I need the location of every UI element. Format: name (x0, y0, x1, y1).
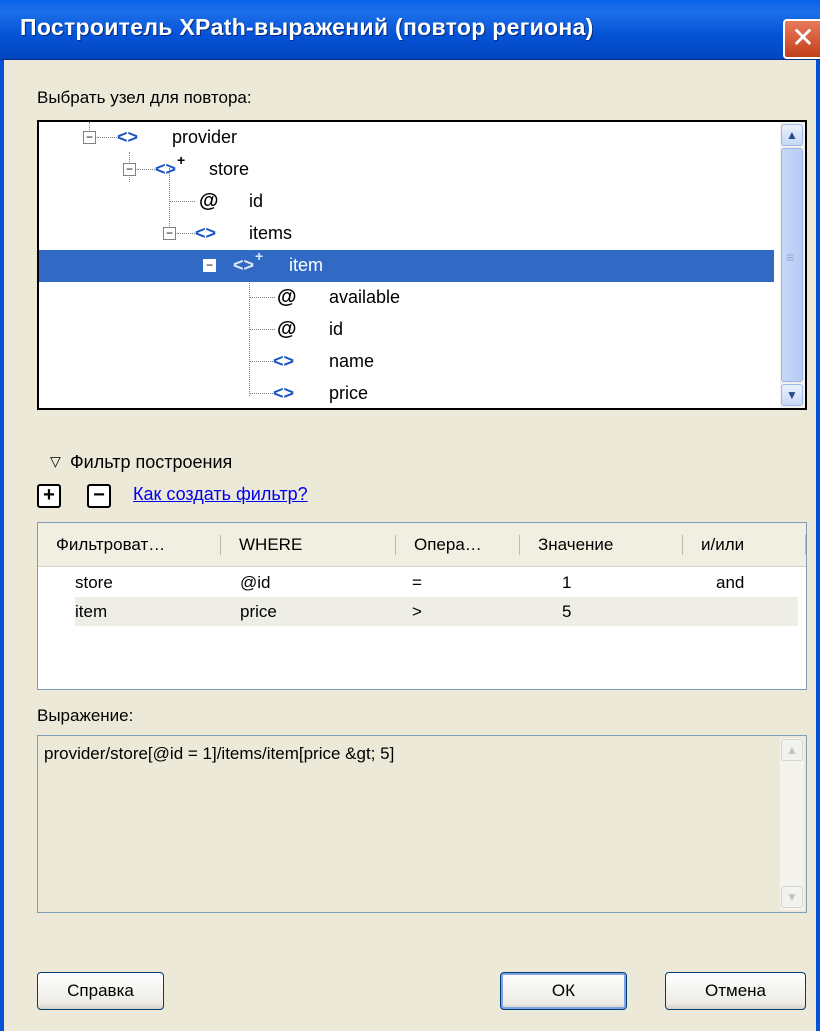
collapse-icon[interactable]: − (123, 163, 136, 176)
cell-value[interactable]: 5 (562, 597, 571, 626)
tree-node-id[interactable]: @ id (39, 186, 774, 218)
tree-node-items[interactable]: − <> items (39, 218, 774, 250)
tree-scrollbar[interactable]: ▲ ≡ ▼ (780, 122, 805, 408)
element-icon: <> (117, 127, 139, 147)
expression-label: Выражение: (37, 706, 134, 725)
column-header-operator[interactable]: Опера… (396, 523, 520, 567)
tree-node-id[interactable]: @ id (39, 314, 774, 346)
cancel-button[interactable]: Отмена (665, 972, 806, 1010)
repeat-badge-icon: + (255, 248, 264, 264)
tree-node-label: id (249, 191, 264, 211)
scroll-thumb[interactable]: ≡ (781, 148, 803, 382)
column-header-where[interactable]: WHERE (221, 523, 396, 567)
tree-node-label: item (289, 255, 324, 275)
table-row[interactable]: store @id = 1 and (75, 568, 798, 597)
window-title: Построитель XPath-выражений (повтор реги… (20, 14, 594, 40)
tree-node-available[interactable]: @ available (39, 282, 774, 314)
filter-grid[interactable]: Фильтроват… WHERE Опера… Значение и/или … (37, 522, 807, 690)
remove-filter-button[interactable]: − (87, 484, 111, 508)
cell-filter[interactable]: store (75, 568, 113, 597)
filter-help-link[interactable]: Как создать фильтр? (133, 484, 308, 505)
repeat-element-icon: <> (155, 159, 177, 179)
cell-operator[interactable]: > (412, 597, 422, 626)
tree-connector (249, 329, 275, 330)
column-header-andor[interactable]: и/или (683, 523, 806, 567)
table-row[interactable]: item price > 5 (75, 597, 798, 626)
window-border-right (816, 60, 820, 1031)
column-separator (805, 535, 806, 555)
column-header-filter[interactable]: Фильтроват… (38, 523, 221, 567)
tree-node-provider[interactable]: − <> provider (39, 122, 774, 154)
expression-scrollbar[interactable]: ▲ ▼ (780, 738, 804, 910)
tree-connector (97, 137, 117, 138)
cell-andor[interactable]: and (716, 568, 744, 597)
filter-section-header[interactable]: Фильтр построения (70, 452, 232, 473)
repeat-badge-icon: + (177, 152, 186, 168)
collapse-icon[interactable]: − (163, 227, 176, 240)
tree-connector (249, 393, 273, 394)
scroll-down-button[interactable]: ▼ (781, 384, 803, 406)
expression-field[interactable]: provider/store[@id = 1]/items/item[price… (37, 735, 807, 913)
tree-connector (177, 233, 195, 234)
element-icon: <> (195, 223, 217, 243)
repeat-element-icon: <> (233, 255, 255, 275)
tree-connector (169, 201, 195, 202)
column-header-label: WHERE (239, 535, 303, 554)
ok-button[interactable]: ОК (500, 972, 627, 1010)
close-button[interactable]: ✕ (783, 19, 820, 59)
cell-value[interactable]: 1 (562, 568, 571, 597)
scroll-up-button[interactable]: ▲ (781, 739, 803, 761)
column-header-value[interactable]: Значение (520, 523, 683, 567)
tree-node-item[interactable]: − <> + item (39, 248, 774, 282)
tree-node-store[interactable]: − <> + store (39, 152, 774, 186)
help-button[interactable]: Справка (37, 972, 164, 1010)
element-icon: <> (273, 351, 295, 371)
scroll-up-button[interactable]: ▲ (781, 124, 803, 146)
attribute-icon: @ (277, 286, 297, 308)
tree-node-label: store (209, 159, 250, 179)
scroll-down-button[interactable]: ▼ (781, 886, 803, 908)
expression-value[interactable]: provider/store[@id = 1]/items/item[price… (44, 744, 394, 764)
tree-label: Выбрать узел для повтора: (37, 88, 252, 107)
collapse-triangle-icon[interactable]: ▽ (50, 453, 61, 470)
tree-node-label: name (329, 351, 375, 371)
collapse-icon[interactable]: − (203, 259, 216, 272)
node-tree[interactable]: − <> provider − <> + store @ id − <> ite… (37, 120, 807, 410)
cell-filter[interactable]: item (75, 597, 107, 626)
column-header-label: и/или (701, 535, 745, 554)
tree-node-label: id (329, 319, 344, 339)
column-header-label: Значение (538, 535, 614, 554)
attribute-icon: @ (199, 190, 219, 212)
collapse-icon[interactable]: − (83, 131, 96, 144)
tree-node-label: price (329, 383, 369, 403)
tree-node-name[interactable]: <> name (39, 346, 774, 378)
tree-connector (249, 297, 275, 298)
tree-node-price[interactable]: <> price (39, 378, 774, 408)
column-header-label: Фильтроват… (56, 535, 166, 554)
add-filter-button[interactable]: + (37, 484, 61, 508)
cell-where[interactable]: @id (240, 568, 271, 597)
title-bar: Построитель XPath-выражений (повтор реги… (0, 0, 820, 60)
attribute-icon: @ (277, 318, 297, 340)
window-border-left (0, 60, 4, 1031)
tree-connector (249, 361, 273, 362)
grip-icon: ≡ (786, 249, 795, 265)
element-icon: <> (273, 383, 295, 403)
column-header-label: Опера… (414, 535, 482, 554)
tree-node-label: available (329, 287, 401, 307)
cell-operator[interactable]: = (412, 568, 422, 597)
tree-connector (137, 169, 155, 170)
cell-where[interactable]: price (240, 597, 277, 626)
